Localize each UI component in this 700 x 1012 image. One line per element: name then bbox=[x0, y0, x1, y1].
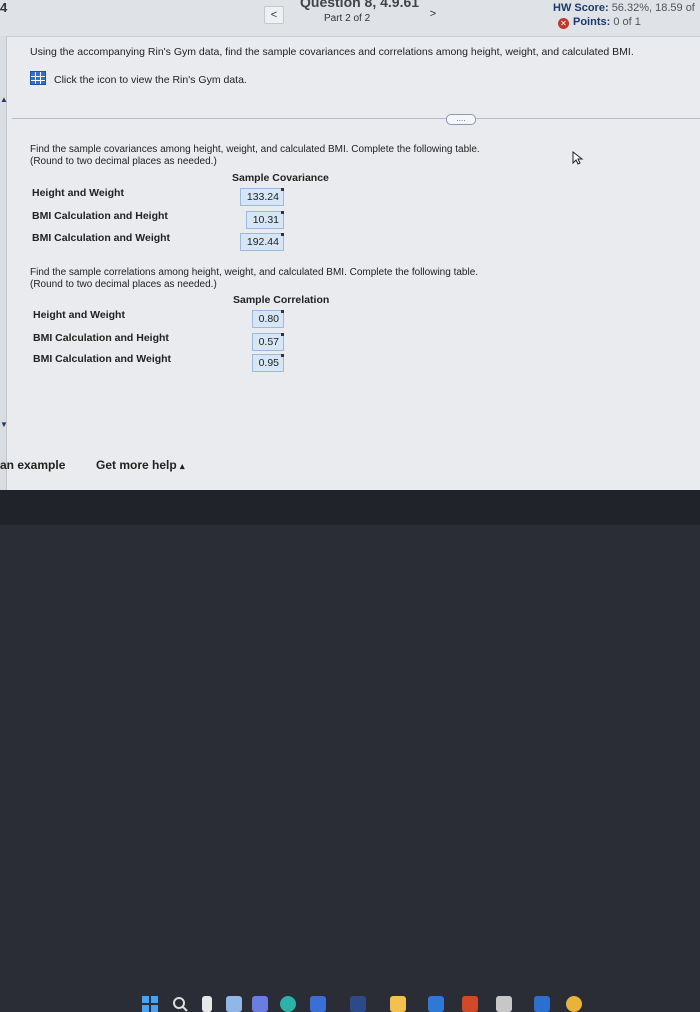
next-question-button[interactable]: > bbox=[424, 6, 442, 22]
edge-browser-icon[interactable] bbox=[280, 996, 296, 1012]
get-more-help-button[interactable]: Get more help ▴ bbox=[96, 458, 185, 472]
correlation-value-box[interactable]: 0.57 bbox=[252, 333, 284, 351]
table-row-label: BMI Calculation and Weight bbox=[32, 232, 171, 244]
table-row-label: BMI Calculation and Height bbox=[32, 210, 168, 222]
os-taskbar bbox=[0, 490, 700, 1012]
mouse-cursor-icon bbox=[572, 151, 584, 165]
previous-question-button[interactable]: < bbox=[264, 6, 284, 24]
table-row-label: BMI Calculation and Height bbox=[33, 332, 169, 344]
covariance-column-header: Sample Covariance bbox=[232, 172, 329, 184]
collapse-up-icon[interactable]: ▲ bbox=[0, 95, 8, 104]
covariance-value-box[interactable]: 192.44 bbox=[240, 233, 284, 251]
app-icon[interactable] bbox=[350, 996, 366, 1012]
windows-start-icon[interactable] bbox=[142, 996, 158, 1012]
correlation-column-header: Sample Correlation bbox=[233, 294, 330, 306]
search-icon[interactable] bbox=[172, 996, 188, 1012]
get-more-help-label: Get more help bbox=[96, 458, 177, 472]
hw-score-label: HW Score: bbox=[553, 2, 609, 14]
app-screen: 4 Question 8, 4.9.61 < Part 2 of 2 > HW … bbox=[0, 0, 700, 490]
covariance-instruction-line: Find the sample covariances among height… bbox=[30, 144, 480, 155]
correlation-instruction-line: Find the sample correlations among heigh… bbox=[30, 267, 479, 278]
part-indicator: Part 2 of 2 bbox=[324, 13, 371, 24]
widgets-icon[interactable] bbox=[226, 996, 242, 1012]
correlation-instructions: Find the sample correlations among heigh… bbox=[30, 267, 478, 291]
data-link[interactable]: Click the icon to view the Rin's Gym dat… bbox=[30, 71, 247, 86]
correlation-value-box[interactable]: 0.95 bbox=[252, 354, 284, 372]
covariance-value-box[interactable]: 133.24 bbox=[240, 188, 284, 206]
question-prompt: Using the accompanying Rin's Gym data, f… bbox=[30, 46, 634, 58]
chat-icon[interactable] bbox=[252, 996, 268, 1012]
table-row-label: Height and Weight bbox=[32, 187, 124, 199]
hw-score: HW Score: 56.32%, 18.59 of bbox=[553, 2, 695, 14]
task-view-icon[interactable] bbox=[202, 996, 212, 1012]
correlation-value-box[interactable]: 0.80 bbox=[252, 310, 284, 328]
data-link-text: Click the icon to view the Rin's Gym dat… bbox=[54, 74, 247, 86]
table-row-label: Height and Weight bbox=[33, 309, 125, 321]
media-icon[interactable] bbox=[496, 996, 512, 1012]
collapse-down-icon[interactable]: ▼ bbox=[0, 420, 8, 429]
correlation-rounding-note: (Round to two decimal places as needed.) bbox=[30, 279, 217, 290]
covariance-instructions: Find the sample covariances among height… bbox=[30, 144, 480, 168]
table-row-label: BMI Calculation and Weight bbox=[33, 353, 172, 365]
points-label: Points: bbox=[573, 16, 611, 28]
caret-up-icon: ▴ bbox=[180, 461, 185, 471]
incorrect-icon: ✕ bbox=[558, 18, 569, 29]
office-icon[interactable] bbox=[462, 996, 478, 1012]
covariance-rounding-note: (Round to two decimal places as needed.) bbox=[30, 156, 217, 167]
data-table-icon[interactable] bbox=[30, 71, 46, 85]
more-options-button[interactable]: .... bbox=[446, 114, 476, 125]
store-icon[interactable] bbox=[310, 996, 326, 1012]
word-icon[interactable] bbox=[534, 996, 550, 1012]
points: ✕ Points: 0 of 1 bbox=[558, 16, 641, 29]
section-divider bbox=[12, 118, 700, 119]
covariance-value-box[interactable]: 10.31 bbox=[246, 211, 284, 229]
mail-icon[interactable] bbox=[428, 996, 444, 1012]
file-explorer-icon[interactable] bbox=[390, 996, 406, 1012]
chrome-icon[interactable] bbox=[566, 996, 582, 1012]
header-bar: 4 Question 8, 4.9.61 < Part 2 of 2 > HW … bbox=[0, 0, 700, 37]
view-example-link[interactable]: an example bbox=[0, 458, 65, 472]
question-title: Question 8, 4.9.61 bbox=[300, 0, 420, 10]
question-number: 4 bbox=[0, 0, 8, 15]
points-value: 0 of 1 bbox=[613, 16, 641, 28]
hw-score-value: 56.32%, 18.59 of bbox=[611, 2, 695, 14]
